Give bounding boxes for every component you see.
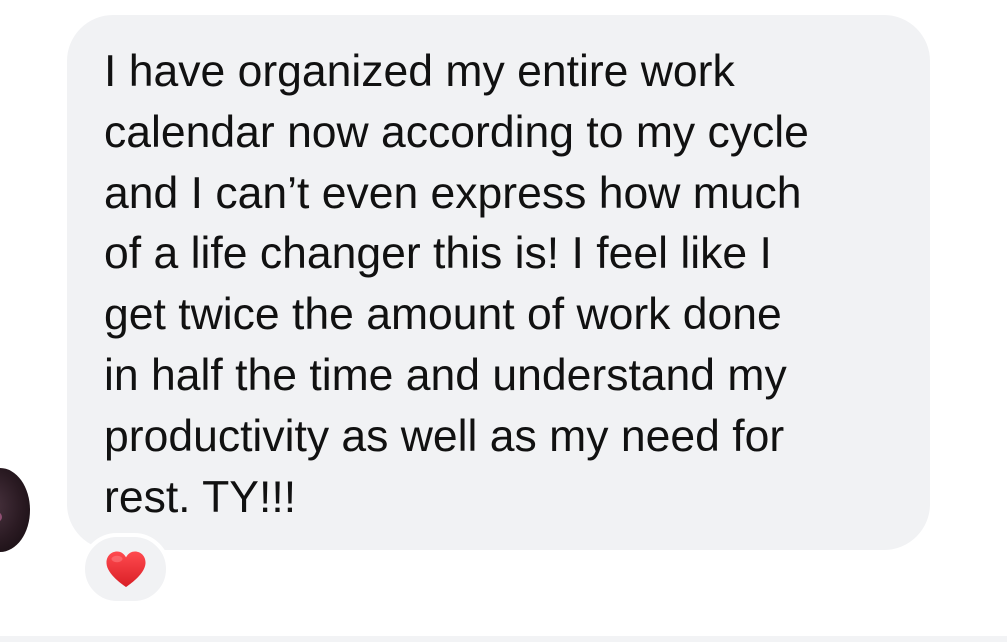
sender-avatar[interactable] [0, 468, 30, 552]
message-line: and I can’t even express how much [104, 168, 802, 218]
message-line: get twice the amount of work done [104, 290, 782, 340]
chat-screen: I have organized my entire work calendar… [0, 0, 1007, 642]
message-line: productivity as well as my need for [104, 411, 785, 461]
heart-reaction[interactable] [81, 533, 170, 605]
bottom-divider [0, 636, 1007, 642]
message-line: in half the time and understand my [104, 350, 787, 400]
avatar-detail [0, 512, 2, 522]
message-line: I have organized my entire work [104, 47, 735, 96]
message-text: I have organized my entire work calendar… [104, 42, 904, 528]
heart-icon [105, 551, 146, 587]
message-line: of a life changer this is! I feel like I [104, 229, 772, 279]
message-line: calendar now according to my cycle [104, 107, 809, 157]
message-line: rest. TY!!! [104, 472, 297, 522]
